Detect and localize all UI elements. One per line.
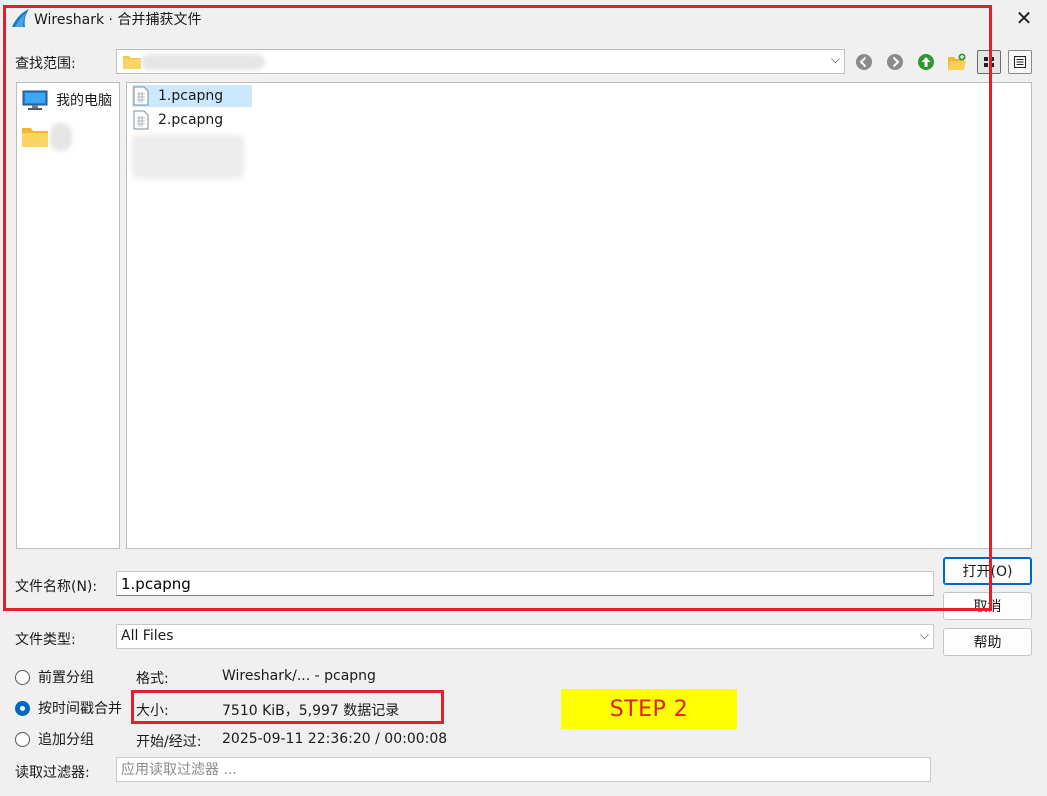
list-item-file[interactable]: 2.pcapng	[132, 109, 231, 131]
back-icon	[856, 54, 872, 70]
folder-icon	[123, 56, 141, 69]
radio-label: 前置分组	[38, 670, 94, 686]
close-button[interactable]: ✕	[1011, 5, 1037, 31]
file-icon	[133, 86, 149, 106]
window-title: Wireshark · 合并捕获文件	[34, 12, 202, 28]
open-button[interactable]: 打开(O)	[943, 557, 1032, 585]
title-bar: Wireshark · 合并捕获文件 ✕	[0, 0, 1047, 36]
file-type-value: All Files	[121, 628, 174, 644]
file-name: 1.pcapng	[158, 88, 224, 104]
format-value: Wireshark/... - pcapng	[222, 668, 376, 684]
forward-icon	[887, 54, 903, 70]
file-name-input[interactable]	[116, 571, 934, 596]
radio-button-icon[interactable]	[15, 669, 30, 685]
file-type-label: 文件类型:	[15, 632, 76, 648]
new-folder-icon	[948, 53, 966, 70]
size-value: 7510 KiB，5,997 数据记录	[222, 703, 400, 719]
file-name-label: 文件名称(N):	[15, 579, 98, 595]
file-list[interactable]: 1.pcapng 2.pcapng	[126, 82, 1032, 549]
icon-view-icon	[984, 57, 994, 67]
list-view-icon	[1014, 56, 1026, 68]
sidebar-item-label: 我的电脑	[56, 93, 112, 109]
wireshark-fin-icon	[12, 9, 29, 27]
sidebar-item-folder[interactable]	[22, 123, 118, 151]
format-label: 格式:	[136, 671, 169, 687]
back-button[interactable]	[852, 50, 876, 74]
sidebar: 我的电脑	[16, 82, 120, 549]
list-view-button[interactable]	[1008, 50, 1032, 74]
chevron-down-icon: ⌵	[919, 628, 929, 642]
file-icon	[133, 110, 149, 130]
help-button[interactable]: 帮助	[943, 628, 1032, 656]
radio-label: 追加分组	[38, 732, 94, 748]
merge-prepend-radio[interactable]: 前置分组	[15, 666, 94, 688]
start-elapsed-value: 2025-09-11 22:36:20 / 00:00:08	[222, 731, 448, 747]
file-type-dropdown[interactable]: All Files ⌵	[116, 624, 934, 649]
chevron-down-icon: ⌵	[830, 52, 840, 66]
cancel-button[interactable]: 取消	[943, 592, 1032, 620]
merge-chronological-radio[interactable]: 按时间戳合并	[15, 697, 122, 719]
forward-button[interactable]	[883, 50, 907, 74]
close-icon: ✕	[1015, 6, 1033, 30]
redacted-label	[50, 123, 72, 151]
size-label: 大小:	[136, 703, 169, 719]
parent-directory-button[interactable]	[914, 50, 938, 74]
merge-append-radio[interactable]: 追加分组	[15, 728, 94, 750]
list-item-file[interactable]: 1.pcapng	[132, 85, 252, 107]
look-in-dropdown[interactable]: ⌵	[116, 49, 845, 74]
sidebar-item-my-computer[interactable]: 我的电脑	[22, 89, 118, 111]
new-folder-button[interactable]	[945, 50, 969, 74]
computer-icon	[22, 90, 48, 110]
radio-button-icon[interactable]	[15, 700, 30, 716]
icon-view-button[interactable]	[977, 50, 1001, 74]
folder-icon	[22, 128, 48, 147]
up-icon	[918, 54, 934, 70]
read-filter-label: 读取过滤器:	[15, 765, 90, 781]
look-in-label: 查找范围:	[15, 56, 76, 72]
start-elapsed-label: 开始/经过:	[136, 734, 202, 750]
radio-label: 按时间戳合并	[38, 701, 122, 717]
redacted-item	[132, 135, 244, 179]
read-filter-input[interactable]	[116, 757, 931, 782]
file-name: 2.pcapng	[158, 112, 224, 128]
radio-button-icon[interactable]	[15, 731, 30, 747]
step-annotation: STEP 2	[561, 689, 737, 729]
redacted-path	[141, 54, 265, 70]
